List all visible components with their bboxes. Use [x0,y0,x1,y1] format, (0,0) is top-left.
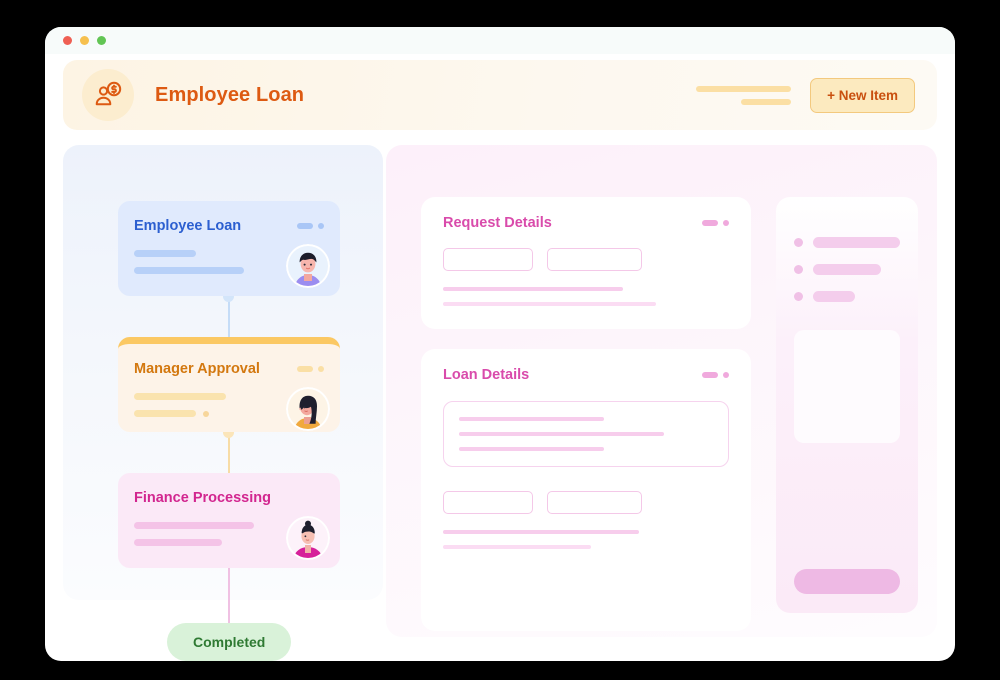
step-header: Employee Loan [134,218,324,234]
workflow-step-manager-approval[interactable]: Manager Approval [118,337,340,432]
text-line [443,545,591,549]
connector-line-3 [228,568,230,628]
loan-details-title: Loan Details [443,367,530,383]
rail-content-placeholder [794,330,900,443]
side-rail-widget [776,197,918,613]
header-skeleton [696,85,792,105]
header-actions: + New Item [696,77,915,113]
request-fields-row [443,248,729,271]
details-panel: Request Details Loan Details [386,145,937,637]
avatar-male-purple [286,244,330,288]
rail-item-list [794,237,900,302]
skeleton-bar-1 [696,85,792,92]
rail-item-3[interactable] [794,291,900,302]
request-details-card: Request Details [421,197,751,329]
step-menu-icon[interactable] [297,223,324,229]
workflow-flow: Employee Loan Manager Approval Finance P… [63,145,383,661]
text-line [443,302,656,306]
text-line [459,432,664,436]
text-line [443,530,639,534]
rail-item-label [813,237,900,248]
request-details-title: Request Details [443,215,552,231]
skeleton-dot [203,410,209,417]
step-title: Employee Loan [134,218,242,234]
skeleton-line [134,539,222,546]
loan-fields-row [443,491,729,514]
page-title: Employee Loan [155,83,305,106]
skeleton-line [134,267,244,274]
skeleton-line [134,250,196,257]
bullet-icon [794,238,803,247]
browser-window: Employee Loan + New Item Employee Loan M… [45,27,955,661]
textarea-lines [459,417,713,451]
rail-item-label [813,264,881,275]
text-line [459,417,604,421]
text-line [443,287,623,291]
workflow-step-finance-processing[interactable]: Finance Processing [118,473,340,568]
loan-details-card: Loan Details [421,349,751,631]
status-badge[interactable]: Completed [167,623,292,661]
add-new-item-button[interactable]: + New Item [810,77,915,113]
step-body [134,244,330,288]
skeleton-line [134,393,226,400]
step-header: Finance Processing [134,490,324,506]
skeleton-bar-2 [741,98,792,105]
skeleton-line [134,522,254,529]
request-field-one[interactable] [443,248,533,271]
rail-item-label [813,291,855,302]
card-header: Request Details [443,215,729,231]
step-body [134,516,330,560]
close-button[interactable] [63,36,72,45]
loan-field-one[interactable] [443,491,533,514]
loan-text-lines [443,530,729,549]
request-field-two[interactable] [547,248,642,271]
step-title: Finance Processing [134,490,271,506]
skeleton-line [134,410,196,417]
avatar-person-bun [286,516,330,560]
window-titlebar [45,27,955,54]
step-body [134,387,330,431]
text-line [459,447,604,451]
step-menu-icon[interactable] [297,366,324,372]
card-menu-icon[interactable] [702,372,729,378]
bullet-icon [794,265,803,274]
workflow-step-employee-loan[interactable]: Employee Loan [118,201,340,296]
minimize-button[interactable] [80,36,89,45]
card-menu-icon[interactable] [702,220,729,226]
rail-item-1[interactable] [794,237,900,248]
maximize-button[interactable] [97,36,106,45]
loan-description-textarea[interactable] [443,401,729,467]
rail-item-2[interactable] [794,264,900,275]
card-header: Loan Details [443,367,729,383]
person-dollar-icon [82,69,134,121]
workflow-panel: Employee Loan Manager Approval Finance P… [63,145,383,661]
avatar-female-dark-hair [286,387,330,431]
step-title: Manager Approval [134,361,260,377]
rail-action-button[interactable] [794,569,900,594]
request-text-lines [443,287,729,306]
step-header: Manager Approval [134,361,324,377]
bullet-icon [794,292,803,301]
page-header: Employee Loan + New Item [63,60,937,130]
loan-field-two[interactable] [547,491,642,514]
